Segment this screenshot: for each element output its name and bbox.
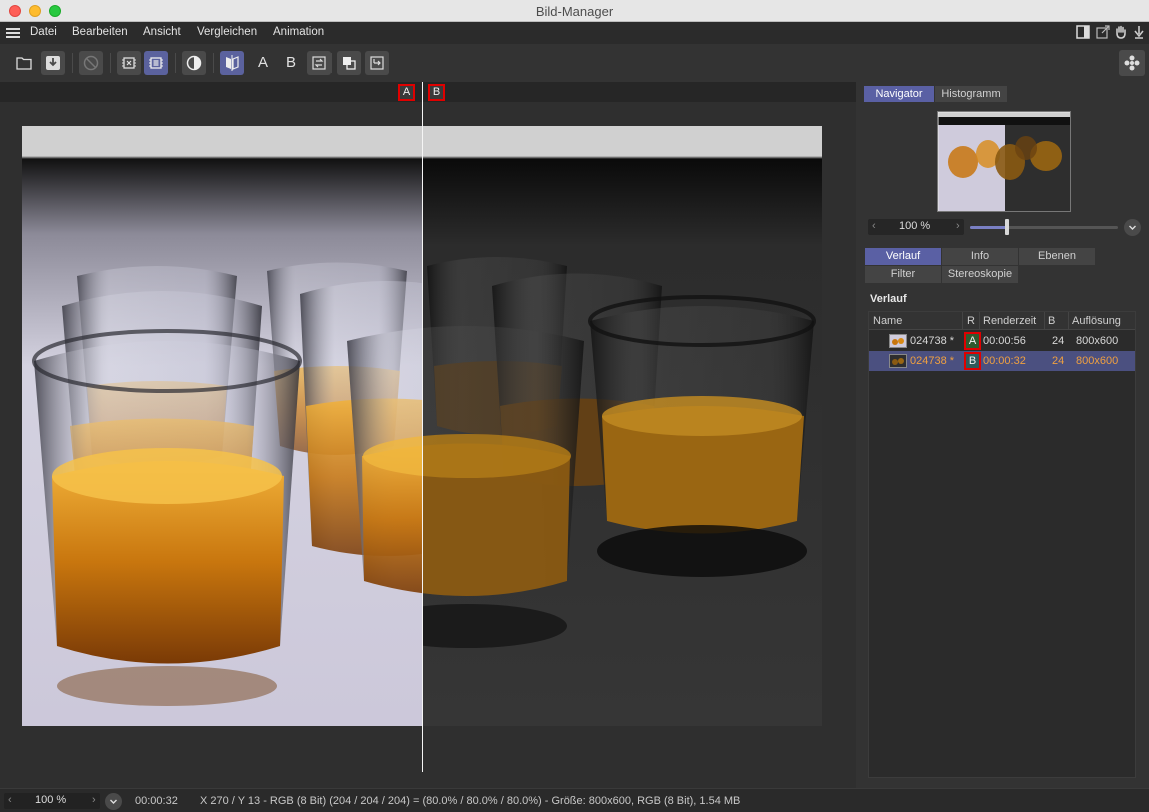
row-r-marker[interactable]: A <box>964 332 981 350</box>
column-aufloesung[interactable]: Auflösung <box>1072 315 1121 327</box>
plugin-button[interactable] <box>1119 50 1145 76</box>
navigator-thumbnail[interactable] <box>937 111 1071 212</box>
row-resolution: 800x600 <box>1076 355 1119 367</box>
zoom-slider-handle[interactable] <box>1005 219 1009 235</box>
region-render-button[interactable] <box>117 51 141 75</box>
contrast-button[interactable] <box>182 51 206 75</box>
tab-histogramm[interactable]: Histogramm <box>935 86 1007 102</box>
contrast-icon <box>186 55 202 71</box>
window-title: Bild-Manager <box>535 4 614 19</box>
column-b[interactable]: B <box>1048 315 1055 327</box>
table-row[interactable]: 024738 * A 00:00:56 24 800x600 <box>869 331 1135 351</box>
title-bar: Bild-Manager <box>0 0 1149 22</box>
region-render-active-button[interactable] <box>144 51 168 75</box>
save-icon <box>46 56 60 70</box>
menu-animation[interactable]: Animation <box>273 26 324 38</box>
pin-icon[interactable] <box>1131 25 1147 41</box>
row-r-marker[interactable]: B <box>964 352 981 370</box>
show-b-button[interactable]: B <box>279 51 303 75</box>
status-bar: ‹ 100 % › 00:00:32 X 270 / Y 13 - RGB (8… <box>0 788 1149 812</box>
navigator-options-button[interactable] <box>1124 219 1141 236</box>
menu-vergleichen[interactable]: Vergleichen <box>197 26 257 38</box>
region-render-active-icon <box>149 57 163 69</box>
stop-icon <box>83 55 99 71</box>
compare-ab-icon <box>226 55 239 71</box>
panel-layout-icon[interactable] <box>1075 25 1091 41</box>
column-r[interactable]: R <box>967 315 975 327</box>
row-render-time: 00:00:32 <box>983 355 1026 367</box>
history-section-title: Verlauf <box>870 293 907 305</box>
tab-filter[interactable]: Filter <box>865 266 941 283</box>
tab-info[interactable]: Info <box>942 248 1018 265</box>
chevron-down-icon <box>1129 225 1136 230</box>
row-name: 024738 * <box>910 335 955 347</box>
overlay-button[interactable] <box>337 51 361 75</box>
navigator-zoom-field[interactable]: ‹ 100 % › <box>868 219 964 235</box>
status-zoom-field[interactable]: ‹ 100 % › <box>4 793 100 809</box>
tab-verlauf[interactable]: Verlauf <box>865 248 941 265</box>
region-render-icon <box>122 57 136 69</box>
swap-button[interactable] <box>307 51 331 75</box>
tab-navigator[interactable]: Navigator <box>864 86 934 102</box>
compare-ab-button[interactable] <box>220 51 244 75</box>
status-zoom-options-button[interactable] <box>105 793 122 810</box>
hand-icon[interactable] <box>1113 25 1129 41</box>
status-zoom-increase-icon[interactable]: › <box>92 794 96 806</box>
history-table: Name R Renderzeit B Auflösung 024738 * A… <box>868 311 1136 778</box>
table-row-selected[interactable]: 024738 * B 00:00:32 24 800x600 <box>869 351 1135 371</box>
status-render-time: 00:00:32 <box>135 795 178 807</box>
open-folder-button[interactable] <box>12 51 36 75</box>
row-render-time: 00:00:56 <box>983 335 1026 347</box>
row-resolution: 800x600 <box>1076 335 1119 347</box>
row-b: 24 <box>1052 355 1065 367</box>
row-thumbnail <box>889 334 907 348</box>
status-zoom-decrease-icon[interactable]: ‹ <box>8 794 12 806</box>
marker-b[interactable]: B <box>428 84 445 101</box>
overlay-icon <box>343 57 356 70</box>
toolbar: A B <box>0 44 1149 82</box>
save-button[interactable] <box>41 51 65 75</box>
menu-bar: Datei Bearbeiten Ansicht Vergleichen Ani… <box>0 22 1149 44</box>
tab-ebenen[interactable]: Ebenen <box>1019 248 1095 265</box>
open-folder-icon <box>16 57 32 70</box>
plugin-icon <box>1124 55 1140 71</box>
table-header: Name R Renderzeit B Auflösung <box>869 312 1135 330</box>
menu-ansicht[interactable]: Ansicht <box>143 26 181 38</box>
marker-a[interactable]: A <box>398 84 415 101</box>
column-name[interactable]: Name <box>873 315 902 327</box>
zoom-slider[interactable] <box>970 226 1118 229</box>
zoom-slider-fill <box>970 226 1007 229</box>
tab-stereoskopie[interactable]: Stereoskopie <box>942 266 1018 283</box>
zoom-decrease-icon[interactable]: ‹ <box>872 220 876 232</box>
menu-datei[interactable]: Datei <box>30 26 57 38</box>
status-pixel-info: X 270 / Y 13 - RGB (8 Bit) (204 / 204 / … <box>200 795 741 807</box>
navigator-zoom-value[interactable]: 100 % <box>899 220 930 232</box>
menu-bearbeiten[interactable]: Bearbeiten <box>72 26 128 38</box>
export-button[interactable] <box>365 51 389 75</box>
stop-render-button[interactable] <box>79 51 103 75</box>
zoom-increase-icon[interactable]: › <box>956 220 960 232</box>
show-a-button[interactable]: A <box>251 51 275 75</box>
chevron-down-icon <box>110 799 117 804</box>
row-b: 24 <box>1052 335 1065 347</box>
status-zoom-value[interactable]: 100 % <box>35 794 66 806</box>
hamburger-menu-icon[interactable] <box>6 28 20 38</box>
row-thumbnail <box>889 354 907 368</box>
export-icon <box>370 56 384 70</box>
column-renderzeit[interactable]: Renderzeit <box>983 315 1036 327</box>
external-window-icon[interactable] <box>1095 25 1111 41</box>
compare-marker-bar: A B <box>0 82 856 102</box>
image-viewer[interactable] <box>0 102 856 788</box>
swap-icon <box>312 56 326 70</box>
compare-split-line[interactable] <box>422 82 423 772</box>
row-name: 024738 * <box>910 355 955 367</box>
